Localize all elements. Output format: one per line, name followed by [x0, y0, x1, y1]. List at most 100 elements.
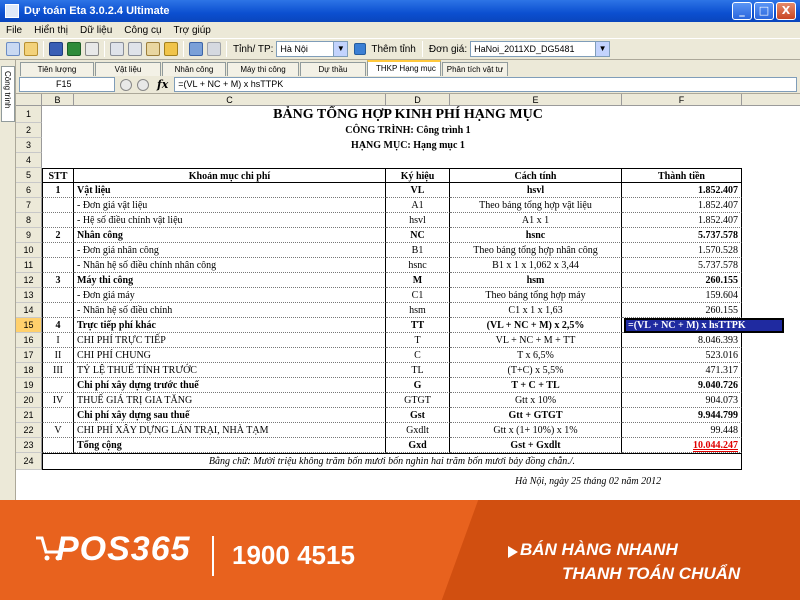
cut-icon[interactable] — [110, 42, 124, 56]
format-painter-icon[interactable] — [164, 42, 178, 56]
cell-stt[interactable]: V — [42, 423, 74, 438]
cell-method[interactable]: Theo bảng tổng hợp máy — [450, 288, 622, 303]
cell-amount[interactable]: 471.317 — [622, 363, 742, 378]
cell-stt[interactable] — [42, 288, 74, 303]
row-header[interactable]: 20 — [16, 393, 42, 408]
cell-cost-item[interactable]: - Nhân hệ số điều chỉnh nhân công — [74, 258, 386, 273]
cell-method[interactable]: T + C + TL — [450, 378, 622, 393]
cell-cost-item[interactable]: Chi phí xây dựng trước thuế — [74, 378, 386, 393]
formula-input[interactable]: =(VL + NC + M) x hsTTPK — [174, 77, 797, 92]
cell-cost-item[interactable]: Vật liệu — [74, 183, 386, 198]
row-header[interactable]: 3 — [16, 138, 42, 153]
cell-method[interactable]: hsvl — [450, 183, 622, 198]
cell-method[interactable]: Gtt x 10% — [450, 393, 622, 408]
print-icon[interactable] — [85, 42, 99, 56]
cell-symbol[interactable]: T — [386, 333, 450, 348]
tab-tien-luong[interactable]: Tiên lượng — [20, 62, 94, 76]
row-header[interactable]: 7 — [16, 198, 42, 213]
cell-amount[interactable]: 5.737.578 — [622, 228, 742, 243]
cell-symbol[interactable]: B1 — [386, 243, 450, 258]
cell-cost-item[interactable]: - Nhân hệ số điều chỉnh — [74, 303, 386, 318]
project-side-tab[interactable]: Công trình — [1, 66, 15, 122]
tab-thkp-hang-muc[interactable]: THKP Hạng mục — [367, 60, 441, 76]
cell-symbol[interactable]: Gxd — [386, 438, 450, 453]
cell-stt[interactable] — [42, 408, 74, 423]
cell-stt[interactable] — [42, 198, 74, 213]
cell-amount[interactable]: 9.944.799 — [622, 408, 742, 423]
cell-method[interactable]: Gst + Gxdlt — [450, 438, 622, 453]
new-file-icon[interactable] — [6, 42, 20, 56]
maximize-button[interactable]: □ — [754, 2, 774, 20]
paste-icon[interactable] — [146, 42, 160, 56]
row-header[interactable]: 6 — [16, 183, 42, 198]
row-header[interactable]: 4 — [16, 153, 42, 168]
confirm-icon[interactable] — [137, 78, 149, 91]
row-header[interactable]: 5 — [16, 168, 42, 183]
cell-method[interactable]: (T+C) x 5,5% — [450, 363, 622, 378]
row-header[interactable]: 16 — [16, 333, 42, 348]
undo-icon[interactable] — [189, 42, 203, 56]
menu-tools[interactable]: Công cụ — [118, 25, 167, 36]
cell-stt[interactable]: III — [42, 363, 74, 378]
cell-stt[interactable]: I — [42, 333, 74, 348]
row-header[interactable]: 9 — [16, 228, 42, 243]
row-header[interactable]: 8 — [16, 213, 42, 228]
cell-method[interactable]: C1 x 1 x 1,63 — [450, 303, 622, 318]
row-header[interactable]: 2 — [16, 123, 42, 138]
row-header[interactable]: 15 — [16, 318, 42, 333]
header-stt[interactable]: STT — [42, 168, 74, 183]
cell-cost-item[interactable]: - Đơn giá vật liệu — [74, 198, 386, 213]
cell-symbol[interactable]: VL — [386, 183, 450, 198]
row-header[interactable]: 19 — [16, 378, 42, 393]
cell-cost-item[interactable]: CHI PHÍ XÂY DỰNG LÁN TRẠI, NHÀ TẠM — [74, 423, 386, 438]
cell-stt[interactable]: II — [42, 348, 74, 363]
selected-cell-f15[interactable]: =(VL + NC + M) x hsTTPK — [624, 318, 784, 333]
cell-symbol[interactable]: C1 — [386, 288, 450, 303]
cell-cost-item[interactable]: THUẾ GIÁ TRỊ GIA TĂNG — [74, 393, 386, 408]
cell-method[interactable]: (VL + NC + M) x 2,5% — [450, 318, 622, 333]
cell-cost-item[interactable]: - Đơn giá máy — [74, 288, 386, 303]
cell-stt[interactable]: 1 — [42, 183, 74, 198]
cell-stt[interactable] — [42, 243, 74, 258]
cell-method[interactable]: Gtt + GTGT — [450, 408, 622, 423]
redo-icon[interactable] — [207, 42, 221, 56]
sheet-title[interactable]: BẢNG TỔNG HỢP KINH PHÍ HẠNG MỤC — [74, 106, 742, 123]
province-select[interactable]: Hà Nội ▼ — [276, 41, 349, 57]
cell-cost-item[interactable]: TỶ LỆ THUẾ TÍNH TRƯỚC — [74, 363, 386, 378]
row-header[interactable]: 1 — [16, 106, 42, 123]
cell-cost-item[interactable]: Trực tiếp phí khác — [74, 318, 386, 333]
row-header[interactable]: 12 — [16, 273, 42, 288]
add-province-button[interactable]: Thêm tỉnh — [371, 44, 415, 55]
cell-amount[interactable]: 1.852.407 — [622, 183, 742, 198]
cell-symbol[interactable]: GTGT — [386, 393, 450, 408]
cell-stt[interactable] — [42, 303, 74, 318]
cell-cost-item[interactable]: - Hệ số điều chỉnh vật liệu — [74, 213, 386, 228]
cell-method[interactable]: hsm — [450, 273, 622, 288]
row-header[interactable]: 22 — [16, 423, 42, 438]
cell-symbol[interactable]: TT — [386, 318, 450, 333]
cell-symbol[interactable]: hsvl — [386, 213, 450, 228]
cell-method[interactable]: Gtt x (1+ 10%) x 1% — [450, 423, 622, 438]
tab-nhan-cong[interactable]: Nhân công — [162, 62, 226, 76]
cancel-icon[interactable] — [120, 78, 132, 91]
cell-method[interactable]: Theo bảng tổng hợp vật liệu — [450, 198, 622, 213]
tab-du-thau[interactable]: Dự thầu — [300, 62, 366, 76]
cell-method[interactable]: Theo bảng tổng hợp nhân công — [450, 243, 622, 258]
amount-in-words[interactable]: Bằng chữ: Mười triệu không trăm bốn mươi… — [42, 453, 742, 470]
tab-may-thi-cong[interactable]: Máy thi công — [227, 62, 299, 76]
open-folder-icon[interactable] — [24, 42, 38, 56]
header-method[interactable]: Cách tính — [450, 168, 622, 183]
cell-symbol[interactable]: G — [386, 378, 450, 393]
cell-stt[interactable]: IV — [42, 393, 74, 408]
cell-amount[interactable]: 9.040.726 — [622, 378, 742, 393]
cell-amount[interactable]: 5.737.578 — [622, 258, 742, 273]
cell-symbol[interactable]: M — [386, 273, 450, 288]
cell-stt[interactable] — [42, 378, 74, 393]
cell-amount[interactable]: 99.448 — [622, 423, 742, 438]
row-header[interactable]: 18 — [16, 363, 42, 378]
cell-symbol[interactable]: hsnc — [386, 258, 450, 273]
cell-amount[interactable]: 159.604 — [622, 288, 742, 303]
column-header[interactable]: C — [74, 94, 386, 106]
copy-icon[interactable] — [128, 42, 142, 56]
row-header[interactable]: 24 — [16, 453, 42, 470]
